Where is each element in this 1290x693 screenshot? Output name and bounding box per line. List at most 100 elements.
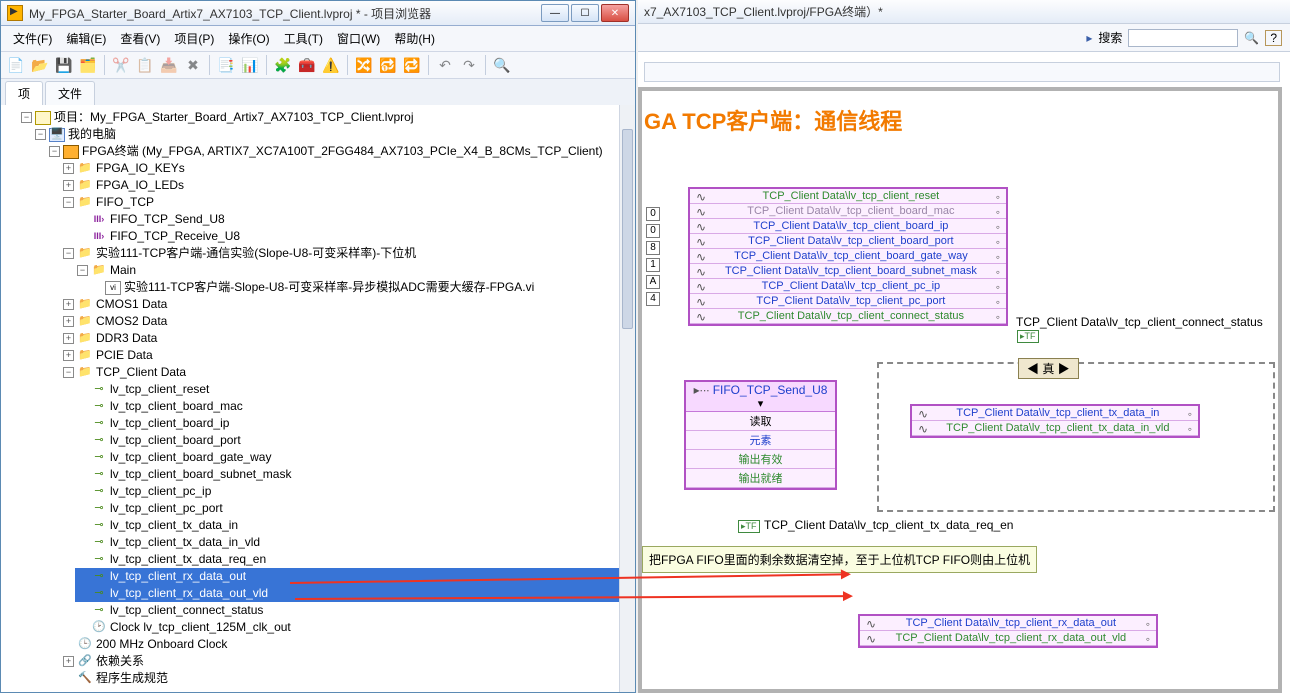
menu-project[interactable]: 项目(P) [168, 28, 220, 49]
diagram-tab-title: x7_AX7103_TCP_Client.lvproj/FPGA终端）* [638, 0, 1290, 24]
bundle-signal-row[interactable]: ∿TCP_Client Data\lv_tcp_client_pc_ip◦ [690, 279, 1006, 294]
bundle-signal-row[interactable]: ∿TCP_Client Data\lv_tcp_client_reset◦ [690, 189, 1006, 204]
bundle-signal-row[interactable]: ∿TCP_Client Data\lv_tcp_client_rx_data_o… [860, 616, 1156, 631]
tree-folder[interactable]: +📁FPGA_IO_KEYs [61, 160, 635, 177]
tree-folder[interactable]: −📁FIFO_TCP [61, 194, 635, 211]
tree-signal[interactable]: ·⊸lv_tcp_client_connect_status [75, 602, 635, 619]
tree-folder[interactable]: +📁DDR3 Data [61, 330, 635, 347]
tree-signal-label: lv_tcp_client_reset [110, 381, 209, 398]
tree-signal[interactable]: ·⊸lv_tcp_client_tx_data_in_vld [75, 534, 635, 551]
bundle-signal-row[interactable]: ∿TCP_Client Data\lv_tcp_client_board_gat… [690, 249, 1006, 264]
tree-scrollbar[interactable] [619, 105, 635, 692]
bundle-signal-row[interactable]: ∿TCP_Client Data\lv_tcp_client_connect_s… [690, 309, 1006, 324]
search-input[interactable] [1128, 29, 1238, 47]
tb-run-icon[interactable]: 📑 [215, 54, 237, 76]
tb-hier2-icon[interactable]: 🔂 [377, 54, 399, 76]
menu-help[interactable]: 帮助(H) [388, 28, 441, 49]
bundle-signal-row[interactable]: ∿TCP_Client Data\lv_tcp_client_tx_data_i… [912, 406, 1198, 421]
tree-signal[interactable]: ·⊸lv_tcp_client_board_gate_way [75, 449, 635, 466]
tb-saveall-icon[interactable]: 🗂️ [77, 54, 99, 76]
search-chevron-icon[interactable]: ▸ [1086, 31, 1092, 45]
constant-value[interactable]: 8 [646, 241, 660, 255]
minimize-button[interactable]: — [541, 4, 569, 22]
project-tree[interactable]: −项目：My_FPGA_Starter_Board_Artix7_AX7103_… [1, 105, 635, 691]
tb-find-icon[interactable]: 🔍 [491, 54, 513, 76]
tree-signal[interactable]: ·⊸lv_tcp_client_board_ip [75, 415, 635, 432]
menu-edit[interactable]: 编辑(E) [60, 28, 112, 49]
tree-deps[interactable]: +🔗依赖关系 [61, 653, 635, 670]
tb-warn-icon[interactable]: ⚠️ [320, 54, 342, 76]
tree-signal[interactable]: ·⊸lv_tcp_client_pc_port [75, 500, 635, 517]
tree-signal[interactable]: ·⊸lv_tcp_client_reset [75, 381, 635, 398]
tb-open-icon[interactable]: 📄 [5, 54, 27, 76]
signal-icon: ⊸ [91, 604, 107, 618]
tree-signal[interactable]: ·⊸lv_tcp_client_tx_data_req_en [75, 551, 635, 568]
clock-icon: 🕑 [91, 621, 107, 635]
bundle-signal-row[interactable]: ∿TCP_Client Data\lv_tcp_client_board_por… [690, 234, 1006, 249]
tree-folder[interactable]: −📁TCP_Client Data [61, 364, 635, 381]
tree-folder[interactable]: +📁CMOS1 Data [61, 296, 635, 313]
tree-signal[interactable]: ·⊸lv_tcp_client_pc_ip [75, 483, 635, 500]
tb-prop-icon[interactable]: 🧩 [272, 54, 294, 76]
menu-operate[interactable]: 操作(O) [222, 28, 275, 49]
fpga-icon [63, 145, 79, 159]
tree-fifo[interactable]: ·III›FIFO_TCP_Receive_U8 [75, 228, 635, 245]
constant-value[interactable]: 1 [646, 258, 660, 272]
project-icon [35, 111, 51, 125]
tree-root[interactable]: −项目：My_FPGA_Starter_Board_Artix7_AX7103_… [19, 109, 635, 126]
bundle-signal-row[interactable]: ∿TCP_Client Data\lv_tcp_client_tx_data_i… [912, 421, 1198, 436]
tree-signal[interactable]: ·⊸lv_tcp_client_board_port [75, 432, 635, 449]
signal-icon: ⊸ [91, 536, 107, 550]
tb-hier3-icon[interactable]: 🔁 [401, 54, 423, 76]
breadcrumb-bar[interactable] [644, 62, 1280, 82]
bundle-signal-row[interactable]: ∿TCP_Client Data\lv_tcp_client_board_mac… [690, 204, 1006, 219]
menu-file[interactable]: 文件(F) [7, 28, 58, 49]
close-button[interactable]: ✕ [601, 4, 629, 22]
bundle-signal-row[interactable]: ∿TCP_Client Data\lv_tcp_client_pc_port◦ [690, 294, 1006, 309]
tab-files[interactable]: 文件 [45, 81, 95, 105]
tx-bundle-block[interactable]: ∿TCP_Client Data\lv_tcp_client_tx_data_i… [910, 404, 1200, 438]
tb-conf-icon[interactable]: 🧰 [296, 54, 318, 76]
menu-view[interactable]: 查看(V) [114, 28, 166, 49]
tree-signal-label: lv_tcp_client_tx_data_in [110, 517, 238, 534]
rx-bundle-block[interactable]: ∿TCP_Client Data\lv_tcp_client_rx_data_o… [858, 614, 1158, 648]
bundle-block[interactable]: ∿TCP_Client Data\lv_tcp_client_reset◦∿TC… [688, 187, 1008, 326]
bundle-signal-row[interactable]: ∿TCP_Client Data\lv_tcp_client_board_sub… [690, 264, 1006, 279]
tree-folder[interactable]: +📁PCIE Data [61, 347, 635, 364]
tree-signal[interactable]: ·⊸lv_tcp_client_board_subnet_mask [75, 466, 635, 483]
tab-items[interactable]: 项 [5, 81, 43, 105]
constant-value[interactable]: 0 [646, 224, 660, 238]
tb-open2-icon[interactable]: 📂 [29, 54, 51, 76]
constant-value[interactable]: A [646, 275, 660, 289]
case-selector[interactable]: ◀ 真 ▶ [1018, 358, 1079, 379]
tb-save-icon[interactable]: 💾 [53, 54, 75, 76]
tree-vi[interactable]: ·vi实验111-TCP客户端-Slope-U8-可变采样率-异步模拟ADC需要… [89, 279, 635, 296]
fifo-read-block[interactable]: ▸∙∙∙ FIFO_TCP_Send_U8 ▾ 读取 元素 输出有效 输出就绪 [684, 380, 837, 490]
tree-fpga-target[interactable]: −FPGA终端 (My_FPGA, ARTIX7_XC7A100T_2FGG48… [47, 143, 635, 160]
bundle-signal-row[interactable]: ∿TCP_Client Data\lv_tcp_client_rx_data_o… [860, 631, 1156, 646]
menu-window[interactable]: 窗口(W) [331, 28, 386, 49]
tree-folder[interactable]: −📁Main [75, 262, 635, 279]
tree-fifo[interactable]: ·III›FIFO_TCP_Send_U8 [75, 211, 635, 228]
tb-resolve-icon[interactable]: 📊 [239, 54, 261, 76]
tree-clock[interactable]: ·🕒200 MHz Onboard Clock [61, 636, 635, 653]
tb-hier1-icon[interactable]: 🔀 [353, 54, 375, 76]
tree-folder[interactable]: −📁实验111-TCP客户端-通信实验(Slope-U8-可变采样率)-下位机 [61, 245, 635, 262]
scrollbar-thumb[interactable] [622, 129, 633, 329]
tree-folder[interactable]: +📁FPGA_IO_LEDs [61, 177, 635, 194]
tree-mypc[interactable]: −🖥️我的电脑 [33, 126, 635, 143]
tree-signal[interactable]: ·⊸lv_tcp_client_board_mac [75, 398, 635, 415]
tree-folder[interactable]: +📁CMOS2 Data [61, 313, 635, 330]
tree-signal[interactable]: ·⊸lv_tcp_client_tx_data_in [75, 517, 635, 534]
help-icon[interactable]: ? [1265, 30, 1282, 46]
tree-signal[interactable]: ·🕑Clock lv_tcp_client_125M_clk_out [75, 619, 635, 636]
constant-value[interactable]: 0 [646, 207, 660, 221]
constant-value[interactable]: 4 [646, 292, 660, 306]
project-tree-panel[interactable]: −项目：My_FPGA_Starter_Board_Artix7_AX7103_… [1, 105, 635, 692]
tree-signal-label: lv_tcp_client_board_gate_way [110, 449, 271, 466]
bundle-signal-row[interactable]: ∿TCP_Client Data\lv_tcp_client_board_ip◦ [690, 219, 1006, 234]
search-icon[interactable]: 🔍 [1244, 31, 1259, 45]
menu-tools[interactable]: 工具(T) [278, 28, 329, 49]
maximize-button[interactable]: ☐ [571, 4, 599, 22]
tree-build[interactable]: ·🔨程序生成规范 [61, 670, 635, 687]
